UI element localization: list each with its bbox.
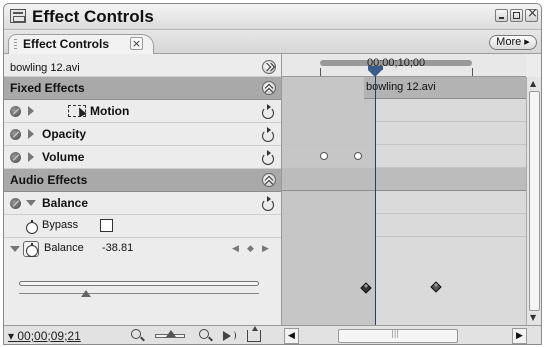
tab-label: Effect Controls — [23, 37, 110, 51]
balance-value[interactable]: -38.81 — [102, 242, 133, 254]
current-timecode[interactable]: ▾ 00;00;09;21 — [8, 329, 81, 343]
timeline-row-motion — [282, 99, 526, 122]
slider-thumb[interactable] — [81, 290, 92, 297]
tab-close-icon[interactable]: × — [130, 37, 143, 50]
fixed-effects-label: Fixed Effects — [10, 81, 85, 95]
zoom-slider-thumb[interactable] — [166, 330, 176, 337]
bypass-row: Bypass — [4, 215, 281, 238]
effect-row-opacity[interactable]: Opacity — [4, 123, 281, 146]
panel-tab-bar: Effect Controls × More ▸ — [4, 30, 541, 54]
reset-icon[interactable] — [262, 150, 274, 165]
title-bar: Effect Controls — [4, 4, 541, 30]
effect-list-panel: bowling 12.avi Fixed Effects Motion Opac… — [4, 54, 281, 325]
time-ruler[interactable]: 00;00;10;00 — [282, 54, 526, 77]
effect-controls-window: Effect Controls Effect Controls × More ▸… — [3, 3, 542, 345]
scroll-right-icon[interactable]: ▶ — [512, 328, 527, 344]
motion-icon[interactable] — [68, 105, 86, 117]
timeline-clip-label: bowling 12.avi — [366, 81, 436, 93]
collapse-triangle-icon[interactable] — [26, 200, 36, 206]
scroll-down-icon[interactable]: ▼ — [530, 313, 536, 322]
keyframe-marker[interactable] — [320, 152, 328, 160]
expand-triangle-icon[interactable] — [28, 129, 34, 139]
ruler-tick — [472, 68, 473, 76]
stopwatch-toggle[interactable] — [23, 241, 39, 257]
clip-source-label: bowling 12.avi — [10, 62, 80, 74]
volume-label: Volume — [42, 150, 85, 164]
bypass-label: Bypass — [42, 219, 79, 231]
window-title: Effect Controls — [32, 7, 154, 26]
effect-row-volume[interactable]: Volume — [4, 146, 281, 169]
effect-toggle-icon[interactable] — [10, 198, 21, 209]
timecode-value[interactable]: 00;00;09;21 — [17, 329, 80, 343]
ruler-tick — [320, 68, 321, 76]
scroll-left-icon[interactable]: ◀ — [284, 328, 299, 344]
play-audio-icon[interactable] — [223, 330, 237, 342]
horizontal-scroll-thumb[interactable] — [338, 329, 458, 343]
current-time-indicator-head[interactable] — [368, 66, 383, 78]
zoom-out-icon[interactable] — [131, 329, 144, 342]
more-button[interactable]: More ▸ — [489, 35, 537, 50]
audio-effects-label: Audio Effects — [10, 173, 88, 187]
stopwatch-icon — [26, 220, 38, 234]
audio-effects-header[interactable]: Audio Effects — [4, 169, 281, 192]
timeline-row-bypass — [282, 214, 526, 237]
next-keyframe-icon[interactable]: ▶ — [262, 244, 269, 254]
current-time-indicator[interactable] — [375, 68, 376, 325]
previous-keyframe-icon[interactable]: ◀ — [232, 244, 239, 254]
clip-source-row: bowling 12.avi — [4, 54, 281, 77]
balance-param-row[interactable]: Balance -38.81 ◀ ◆ ▶ — [4, 238, 281, 262]
bypass-checkbox[interactable] — [100, 219, 113, 232]
effect-row-motion[interactable]: Motion — [4, 100, 281, 123]
keyframe-marker[interactable] — [360, 282, 372, 294]
slider-baseline — [19, 293, 259, 294]
horizontal-scrollbar[interactable]: ◀ ▶ — [284, 328, 541, 344]
timeline-panel: 00;00;10;00 bowling 12.avi — [281, 54, 526, 325]
expand-triangle-icon[interactable] — [28, 106, 34, 116]
minimize-icon[interactable] — [495, 9, 508, 22]
timeline-row-opacity — [282, 122, 526, 145]
balance-param-label: Balance — [44, 242, 84, 254]
fixed-effects-header[interactable]: Fixed Effects — [4, 77, 281, 100]
vertical-scrollbar[interactable]: ▲ ▼ — [526, 77, 541, 325]
loop-icon[interactable] — [247, 326, 261, 342]
footer-toolbar: ▾ 00;00;09;21 ◀ ▶ — [4, 325, 541, 344]
effect-row-balance[interactable]: Balance — [4, 192, 281, 215]
maximize-icon[interactable] — [510, 9, 523, 22]
effect-toggle-icon[interactable] — [10, 152, 21, 163]
timeline-row-balance-param — [282, 237, 526, 312]
timeline-row-balance — [282, 191, 526, 214]
opacity-label: Opacity — [42, 127, 87, 141]
balance-slider[interactable] — [4, 262, 281, 313]
tab-grip-icon[interactable] — [14, 39, 17, 50]
show-timeline-icon[interactable] — [262, 60, 276, 74]
keyframe-marker[interactable] — [430, 281, 442, 293]
close-icon[interactable] — [525, 6, 538, 22]
motion-label: Motion — [90, 104, 130, 118]
balance-group-label: Balance — [42, 196, 89, 210]
add-keyframe-icon[interactable]: ◆ — [247, 244, 254, 254]
effect-toggle-icon[interactable] — [10, 129, 21, 140]
reset-icon[interactable] — [262, 127, 274, 142]
app-icon — [10, 9, 26, 23]
timeline-row-volume — [282, 145, 526, 168]
slider-track[interactable] — [19, 281, 259, 286]
reset-icon[interactable] — [262, 196, 274, 211]
collapse-icon[interactable] — [262, 81, 276, 95]
zoom-slider[interactable] — [155, 330, 185, 338]
stopwatch-icon — [26, 243, 38, 257]
keyframe-marker[interactable] — [354, 152, 362, 160]
tab-effect-controls[interactable]: Effect Controls × — [8, 34, 154, 54]
vertical-scroll-thumb[interactable] — [529, 91, 540, 311]
collapse-triangle-icon[interactable] — [10, 246, 20, 252]
expand-triangle-icon[interactable] — [28, 152, 34, 162]
scroll-up-icon[interactable]: ▲ — [530, 79, 536, 88]
timeline-row-audio-effects — [282, 168, 526, 191]
effect-toggle-icon[interactable] — [10, 106, 21, 117]
zoom-in-icon[interactable] — [199, 329, 212, 342]
collapse-icon[interactable] — [262, 173, 276, 187]
reset-icon[interactable] — [262, 104, 274, 119]
